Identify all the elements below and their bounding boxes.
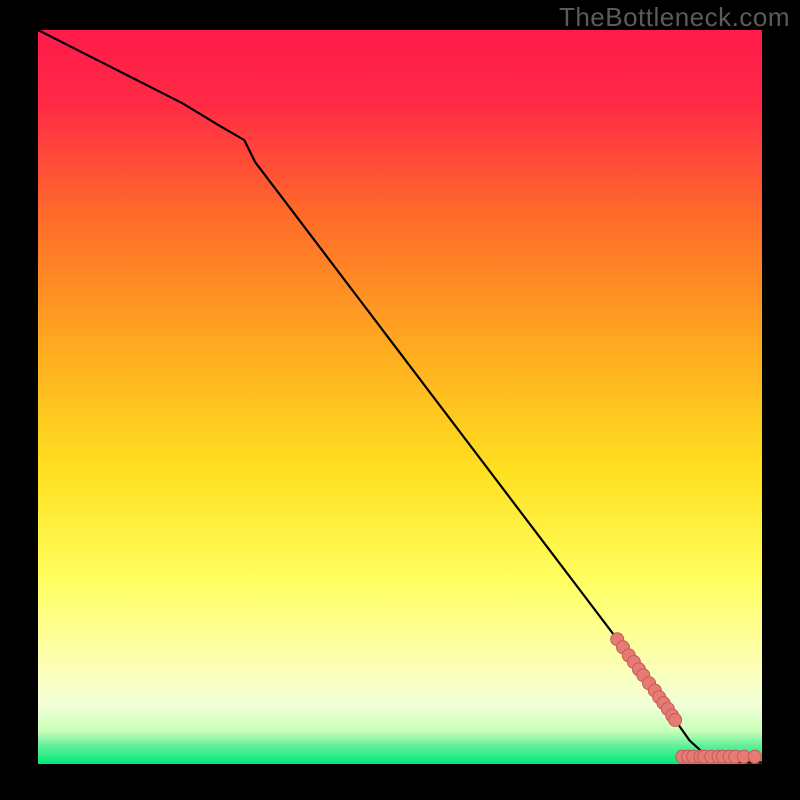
bottleneck-chart <box>38 30 762 764</box>
watermark-text: TheBottleneck.com <box>559 2 790 33</box>
data-point <box>669 713 682 726</box>
chart-frame: TheBottleneck.com <box>0 0 800 800</box>
data-point <box>748 750 761 763</box>
gradient-background <box>38 30 762 764</box>
plot-area <box>38 30 762 764</box>
